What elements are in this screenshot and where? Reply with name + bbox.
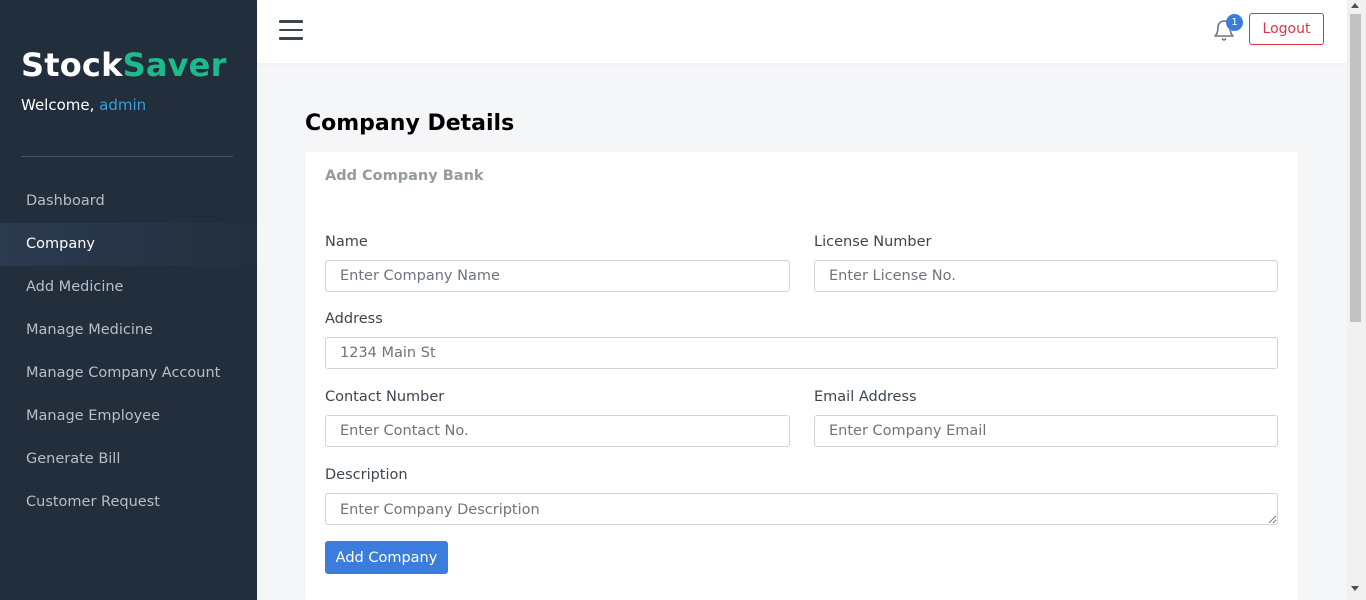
sidebar-item-manage-medicine[interactable]: Manage Medicine bbox=[0, 309, 257, 352]
sidebar-item-dashboard[interactable]: Dashboard bbox=[0, 180, 257, 223]
address-input[interactable] bbox=[325, 337, 1278, 369]
scroll-up-arrow-icon[interactable] bbox=[1351, 3, 1359, 8]
page-title-bold: Company bbox=[305, 111, 420, 136]
page-title: Company Details bbox=[305, 111, 514, 136]
add-company-form-card: Add Company Bank Name License Number Add… bbox=[305, 152, 1298, 600]
sidebar-item-add-medicine[interactable]: Add Medicine bbox=[0, 266, 257, 309]
scrollbar-thumb[interactable] bbox=[1350, 14, 1361, 322]
scroll-down-arrow-icon[interactable] bbox=[1351, 586, 1359, 591]
hamburger-menu-icon[interactable] bbox=[279, 20, 303, 40]
license-number-label: License Number bbox=[814, 234, 932, 250]
description-label: Description bbox=[325, 467, 408, 483]
logout-button[interactable]: Logout bbox=[1249, 13, 1324, 45]
brand-logo[interactable]: StockSaver bbox=[21, 46, 227, 84]
sidebar-item-manage-employee[interactable]: Manage Employee bbox=[0, 395, 257, 438]
contact-number-label: Contact Number bbox=[325, 389, 445, 405]
company-email-input[interactable] bbox=[814, 415, 1278, 447]
card-title: Add Company Bank bbox=[325, 168, 484, 184]
sidebar-nav: Dashboard Company Add Medicine Manage Me… bbox=[0, 180, 257, 524]
sidebar-divider bbox=[21, 156, 233, 157]
top-navbar: 1 Logout bbox=[257, 0, 1347, 63]
page-scrollbar[interactable] bbox=[1347, 0, 1366, 600]
brand-name-part1: Stock bbox=[21, 46, 123, 84]
email-address-label: Email Address bbox=[814, 389, 917, 405]
address-label: Address bbox=[325, 311, 383, 327]
sidebar-item-company[interactable]: Company bbox=[0, 223, 257, 266]
sidebar: StockSaver Welcome, admin Dashboard Comp… bbox=[0, 0, 257, 600]
add-company-button[interactable]: Add Company bbox=[325, 541, 448, 574]
sidebar-item-manage-company-account[interactable]: Manage Company Account bbox=[0, 352, 257, 395]
company-description-textarea[interactable] bbox=[325, 493, 1278, 525]
name-label: Name bbox=[325, 234, 368, 250]
contact-number-input[interactable] bbox=[325, 415, 790, 447]
page-title-rest: Details bbox=[419, 111, 515, 136]
notification-count-badge: 1 bbox=[1226, 14, 1243, 31]
license-number-input[interactable] bbox=[814, 260, 1278, 292]
sidebar-item-generate-bill[interactable]: Generate Bill bbox=[0, 438, 257, 481]
welcome-message: Welcome, admin bbox=[21, 96, 146, 114]
sidebar-item-customer-request[interactable]: Customer Request bbox=[0, 481, 257, 524]
company-name-input[interactable] bbox=[325, 260, 790, 292]
brand-name-part2: Saver bbox=[122, 46, 227, 84]
welcome-prefix: Welcome, bbox=[21, 96, 100, 114]
welcome-username: admin bbox=[99, 96, 147, 114]
